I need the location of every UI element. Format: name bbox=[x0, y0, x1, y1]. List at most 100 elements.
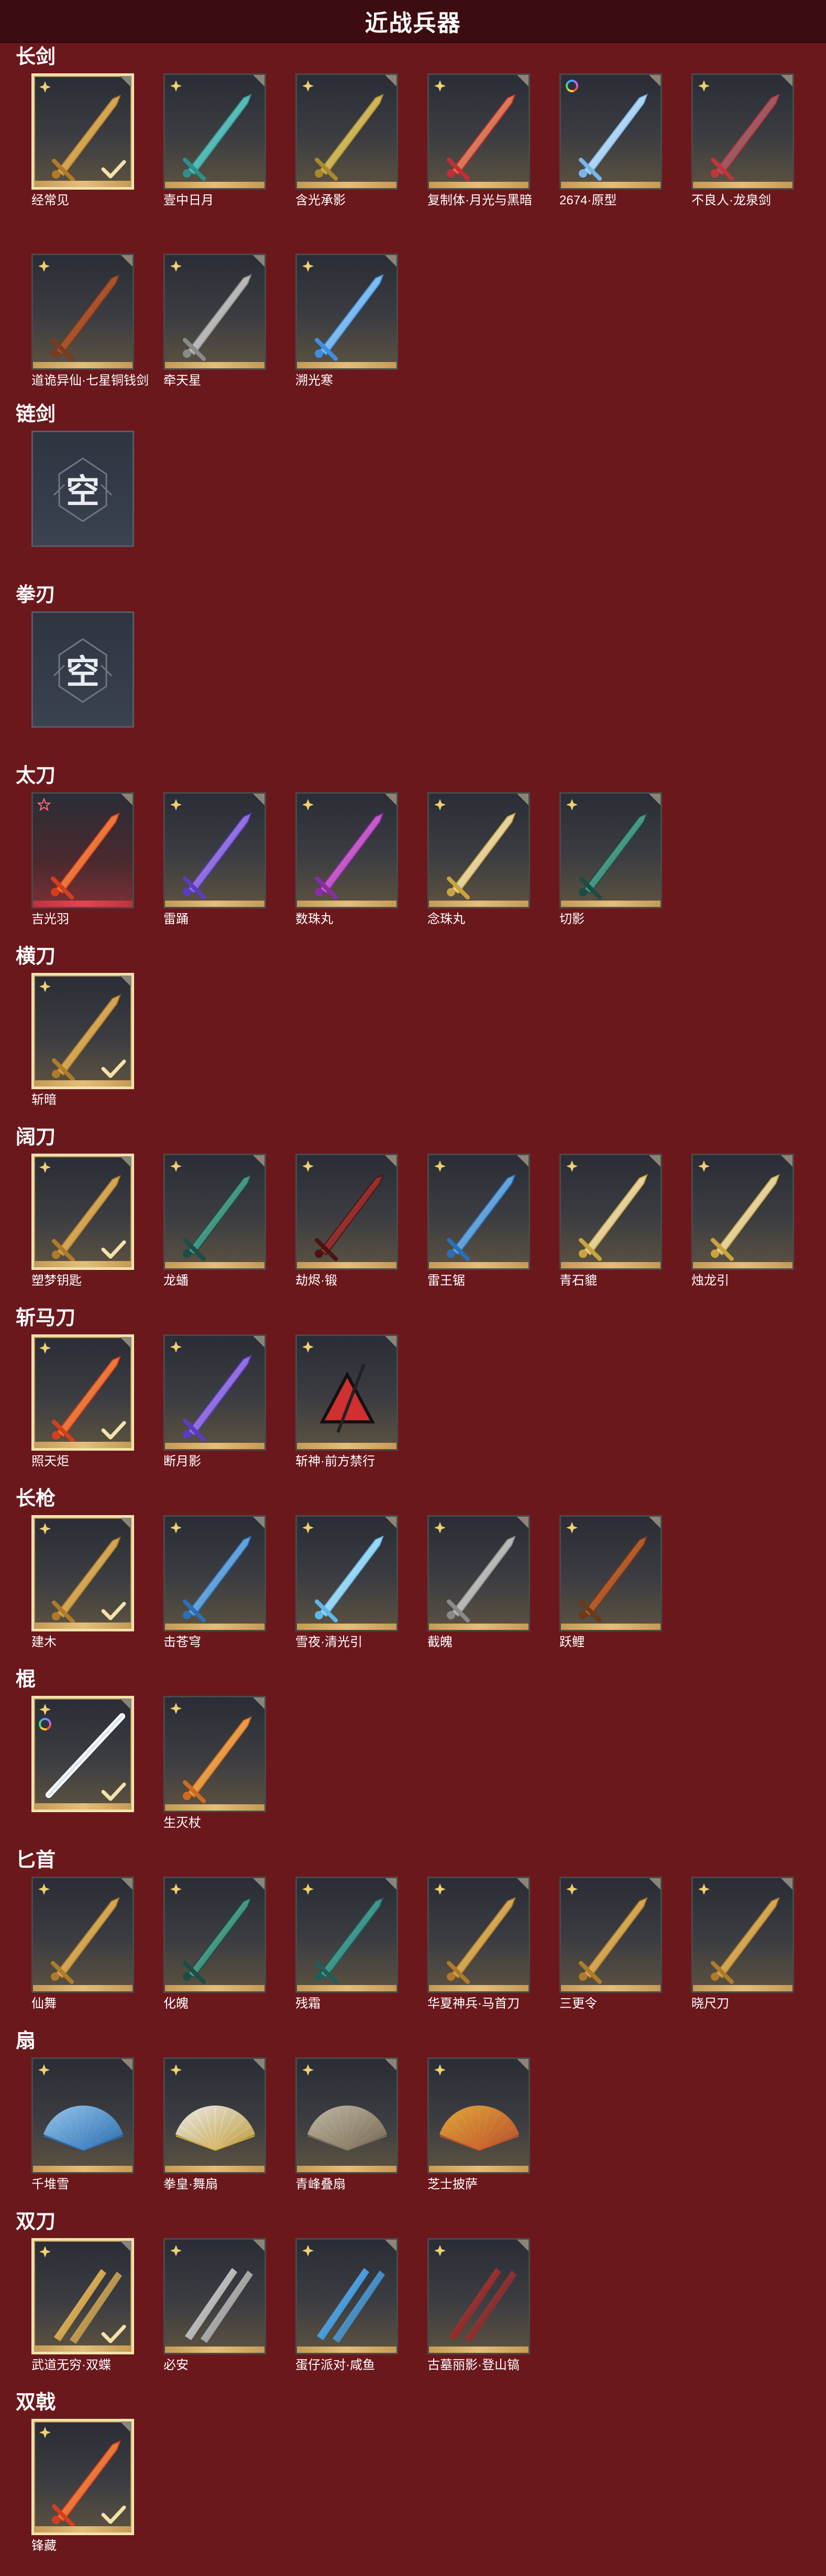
weapon-card[interactable] bbox=[295, 1877, 398, 1993]
weapon-item[interactable]: 蛋仔派对·咸鱼 bbox=[295, 2238, 398, 2395]
weapon-item[interactable]: 数珠丸 bbox=[295, 792, 398, 949]
weapon-card[interactable] bbox=[427, 73, 530, 190]
weapon-card[interactable] bbox=[31, 973, 134, 1089]
weapon-card[interactable] bbox=[295, 2238, 398, 2354]
weapon-item[interactable]: 必安 bbox=[163, 2238, 266, 2395]
weapon-item[interactable]: 武道无穷·双蝶 bbox=[31, 2238, 134, 2395]
weapon-card[interactable] bbox=[427, 1154, 530, 1270]
weapon-card[interactable] bbox=[295, 1515, 398, 1631]
weapon-image bbox=[711, 94, 780, 181]
weapon-item[interactable]: 溯光寒 bbox=[295, 254, 398, 411]
weapon-card[interactable] bbox=[295, 792, 398, 908]
weapon-card[interactable] bbox=[427, 792, 530, 908]
weapon-item[interactable]: 雪夜·清光引 bbox=[295, 1515, 398, 1672]
weapon-item[interactable]: 生灭杖 bbox=[163, 1696, 266, 1853]
weapon-item[interactable]: 雷王锯 bbox=[427, 1154, 530, 1311]
weapon-card[interactable] bbox=[31, 1334, 134, 1451]
weapon-item[interactable]: 拳皇·舞扇 bbox=[163, 2057, 266, 2215]
weapon-name: 斩神·前方禁行 bbox=[295, 1454, 375, 1468]
weapon-item[interactable]: 牵天星 bbox=[163, 254, 266, 411]
weapon-item[interactable]: 锋藏 bbox=[31, 2419, 134, 2576]
weapon-card[interactable] bbox=[163, 1334, 266, 1451]
weapon-item[interactable]: 建木 bbox=[31, 1515, 134, 1672]
weapon-card[interactable] bbox=[295, 1154, 398, 1270]
weapon-item[interactable]: 含光承影 bbox=[295, 73, 398, 231]
weapon-item[interactable]: 经常见 bbox=[31, 73, 134, 231]
weapon-section: 长剑经常见 壹中日月 含光承影 复制体·月光与黑暗 2674·原型 不良人·龙泉剑道诡异仙… bbox=[0, 45, 794, 411]
weapon-card[interactable] bbox=[31, 1154, 134, 1270]
weapon-item[interactable]: 道诡异仙·七星铜钱剑 bbox=[31, 254, 149, 411]
weapon-item[interactable]: 仙舞 bbox=[31, 1877, 134, 2034]
weapon-item[interactable]: 龙蟠 bbox=[163, 1154, 266, 1311]
empty-slot[interactable]: 空 bbox=[31, 431, 134, 588]
weapon-card[interactable] bbox=[163, 1154, 266, 1270]
weapon-card[interactable] bbox=[559, 1877, 662, 1993]
empty-slot[interactable]: 空 bbox=[31, 611, 134, 769]
weapon-item[interactable]: 截魄 bbox=[427, 1515, 530, 1672]
weapon-item[interactable]: 斩神·前方禁行 bbox=[295, 1334, 398, 1492]
weapon-card[interactable] bbox=[163, 1515, 266, 1631]
weapon-card[interactable] bbox=[163, 792, 266, 908]
weapon-item[interactable]: 劫烬·锻 bbox=[295, 1154, 398, 1311]
weapon-card[interactable] bbox=[163, 2057, 266, 2174]
weapon-card[interactable] bbox=[163, 73, 266, 190]
weapon-item[interactable]: 塑梦钥匙 bbox=[31, 1154, 134, 1311]
weapon-card[interactable] bbox=[295, 254, 398, 370]
weapon-card[interactable] bbox=[427, 1515, 530, 1631]
weapon-card[interactable] bbox=[559, 1154, 662, 1270]
weapon-card[interactable] bbox=[427, 2057, 530, 2174]
weapon-card[interactable] bbox=[163, 1877, 266, 1993]
weapon-item[interactable]: 不良人·龙泉剑 bbox=[691, 73, 794, 231]
weapon-item[interactable]: 照天炬 bbox=[31, 1334, 134, 1492]
weapon-item[interactable]: 击苍穹 bbox=[163, 1515, 266, 1672]
weapon-item[interactable]: 复制体·月光与黑暗 bbox=[427, 73, 532, 231]
weapon-card[interactable] bbox=[427, 1877, 530, 1993]
weapon-card[interactable] bbox=[559, 792, 662, 908]
weapon-card[interactable] bbox=[691, 73, 794, 190]
weapon-card[interactable] bbox=[691, 1154, 794, 1270]
weapon-card[interactable] bbox=[295, 73, 398, 190]
section-title: 长剑 bbox=[16, 46, 56, 68]
weapon-item[interactable]: 三更令 bbox=[559, 1877, 662, 2034]
weapon-item[interactable] bbox=[31, 1696, 134, 1853]
weapon-card[interactable] bbox=[31, 73, 134, 190]
weapon-card[interactable] bbox=[163, 254, 266, 370]
weapon-item[interactable]: 青峰叠扇 bbox=[295, 2057, 398, 2215]
weapon-card[interactable] bbox=[31, 1877, 134, 1993]
weapon-card[interactable] bbox=[31, 1696, 134, 1812]
weapon-item[interactable]: 华夏神兵·马首刀 bbox=[427, 1877, 530, 2034]
weapon-item[interactable]: 跃鲤 bbox=[559, 1515, 662, 1672]
weapon-item[interactable]: 千堆雪 bbox=[31, 2057, 134, 2215]
weapon-item[interactable]: 残霜 bbox=[295, 1877, 398, 2034]
weapon-item[interactable]: 吉光羽 bbox=[31, 792, 134, 949]
weapon-item[interactable]: 壹中日月 bbox=[163, 73, 266, 231]
weapon-item[interactable]: 念珠丸 bbox=[427, 792, 530, 949]
corner-fold bbox=[253, 75, 265, 86]
weapon-card[interactable] bbox=[31, 2057, 134, 2174]
weapon-card[interactable] bbox=[559, 1515, 662, 1631]
weapon-card[interactable] bbox=[31, 2419, 134, 2535]
weapon-card[interactable] bbox=[163, 2238, 266, 2354]
weapon-item[interactable]: 切影 bbox=[559, 792, 662, 949]
weapon-card[interactable] bbox=[427, 2238, 530, 2354]
weapon-card[interactable] bbox=[295, 2057, 398, 2174]
weapon-card[interactable] bbox=[691, 1877, 794, 1993]
quality-badge-icon bbox=[39, 2246, 51, 2257]
weapon-item[interactable]: 断月影 bbox=[163, 1334, 266, 1492]
weapon-card[interactable] bbox=[31, 1515, 134, 1631]
weapon-card[interactable] bbox=[31, 2238, 134, 2354]
weapon-item[interactable]: 古墓丽影·登山镐 bbox=[427, 2238, 530, 2395]
weapon-card[interactable] bbox=[295, 1334, 398, 1451]
weapon-item[interactable]: 雷踊 bbox=[163, 792, 266, 949]
weapon-item[interactable]: 烛龙引 bbox=[691, 1154, 794, 1311]
weapon-card[interactable] bbox=[559, 73, 662, 190]
weapon-item[interactable]: 化魄 bbox=[163, 1877, 266, 2034]
weapon-item[interactable]: 2674·原型 bbox=[559, 73, 662, 231]
weapon-item[interactable]: 斩暗 bbox=[31, 973, 134, 1130]
weapon-item[interactable]: 芝士披萨 bbox=[427, 2057, 530, 2215]
weapon-item[interactable]: 青石貔 bbox=[559, 1154, 662, 1311]
weapon-card[interactable] bbox=[163, 1696, 266, 1812]
weapon-card[interactable] bbox=[31, 254, 134, 370]
weapon-card[interactable] bbox=[31, 792, 134, 908]
weapon-item[interactable]: 晓尺刀 bbox=[691, 1877, 794, 2034]
